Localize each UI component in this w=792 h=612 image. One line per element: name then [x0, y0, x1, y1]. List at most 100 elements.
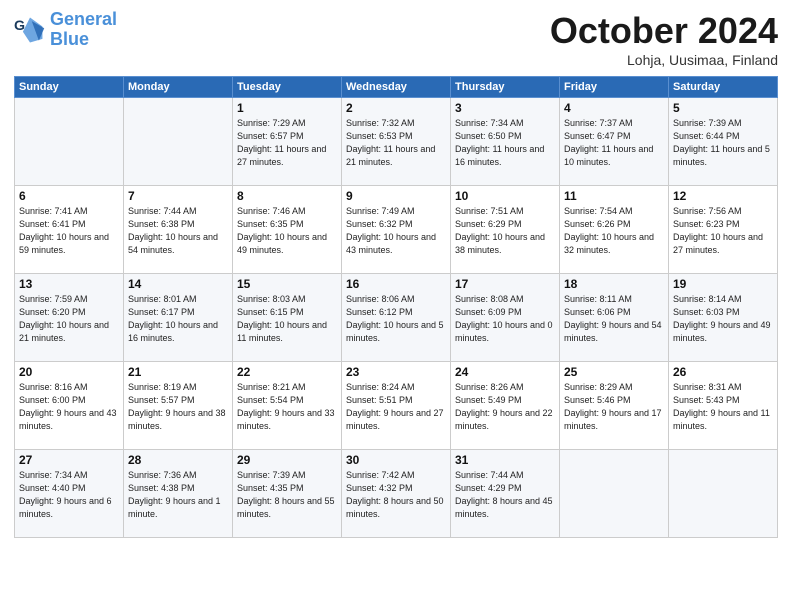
calendar-week-2: 6 Sunrise: 7:41 AMSunset: 6:41 PMDaylight…	[15, 186, 778, 274]
day-info: Sunrise: 7:54 AMSunset: 6:26 PMDaylight:…	[564, 206, 654, 255]
day-info: Sunrise: 7:42 AMSunset: 4:32 PMDaylight:…	[346, 470, 444, 519]
calendar-cell: 22 Sunrise: 8:21 AMSunset: 5:54 PMDayligh…	[233, 362, 342, 450]
calendar-cell: 30Sunrise: 7:42 AMSunset: 4:32 PMDayligh…	[342, 450, 451, 538]
day-info: Sunrise: 7:39 AMSunset: 4:35 PMDaylight:…	[237, 470, 335, 519]
day-info: Sunrise: 8:26 AMSunset: 5:49 PMDaylight:…	[455, 382, 553, 431]
calendar-cell: 23 Sunrise: 8:24 AMSunset: 5:51 PMDayligh…	[342, 362, 451, 450]
day-info: Sunrise: 8:08 AMSunset: 6:09 PMDaylight:…	[455, 294, 553, 343]
day-info: Sunrise: 8:06 AMSunset: 6:12 PMDaylight:…	[346, 294, 444, 343]
calendar-cell: 1Sunrise: 7:29 AMSunset: 6:57 PMDaylight…	[233, 98, 342, 186]
day-info: Sunrise: 7:51 AMSunset: 6:29 PMDaylight:…	[455, 206, 545, 255]
day-number: 24	[455, 365, 555, 379]
col-monday: Monday	[124, 77, 233, 98]
day-number: 17	[455, 277, 555, 291]
calendar-cell: 2Sunrise: 7:32 AMSunset: 6:53 PMDaylight…	[342, 98, 451, 186]
day-number: 14	[128, 277, 228, 291]
location-subtitle: Lohja, Uusimaa, Finland	[550, 52, 778, 68]
calendar-cell: 7 Sunrise: 7:44 AMSunset: 6:38 PMDaylight…	[124, 186, 233, 274]
day-number: 22	[237, 365, 337, 379]
day-info: Sunrise: 8:16 AMSunset: 6:00 PMDaylight:…	[19, 382, 117, 431]
calendar-cell: 31 Sunrise: 7:44 AMSunset: 4:29 PMDayligh…	[451, 450, 560, 538]
logo-icon: G	[14, 14, 46, 46]
day-info: Sunrise: 7:56 AMSunset: 6:23 PMDaylight:…	[673, 206, 763, 255]
calendar-cell: 24 Sunrise: 8:26 AMSunset: 5:49 PMDayligh…	[451, 362, 560, 450]
calendar-cell: 15Sunrise: 8:03 AMSunset: 6:15 PMDayligh…	[233, 274, 342, 362]
day-number: 4	[564, 101, 664, 115]
calendar-cell: 10 Sunrise: 7:51 AMSunset: 6:29 PMDayligh…	[451, 186, 560, 274]
day-number: 7	[128, 189, 228, 203]
logo-general: General	[50, 9, 117, 29]
calendar-cell: 16 Sunrise: 8:06 AMSunset: 6:12 PMDayligh…	[342, 274, 451, 362]
day-number: 13	[19, 277, 119, 291]
day-info: Sunrise: 8:01 AMSunset: 6:17 PMDaylight:…	[128, 294, 218, 343]
col-sunday: Sunday	[15, 77, 124, 98]
day-info: Sunrise: 7:39 AMSunset: 6:44 PMDaylight:…	[673, 118, 770, 167]
calendar-cell	[669, 450, 778, 538]
day-info: Sunrise: 8:19 AMSunset: 5:57 PMDaylight:…	[128, 382, 226, 431]
calendar-cell: 12 Sunrise: 7:56 AMSunset: 6:23 PMDayligh…	[669, 186, 778, 274]
calendar-cell: 14 Sunrise: 8:01 AMSunset: 6:17 PMDayligh…	[124, 274, 233, 362]
calendar-cell: 20Sunrise: 8:16 AMSunset: 6:00 PMDayligh…	[15, 362, 124, 450]
calendar-cell: 25Sunrise: 8:29 AMSunset: 5:46 PMDayligh…	[560, 362, 669, 450]
day-number: 27	[19, 453, 119, 467]
calendar-cell: 28Sunrise: 7:36 AMSunset: 4:38 PMDayligh…	[124, 450, 233, 538]
calendar-cell: 8Sunrise: 7:46 AMSunset: 6:35 PMDaylight…	[233, 186, 342, 274]
title-block: October 2024 Lohja, Uusimaa, Finland	[550, 10, 778, 68]
calendar-cell: 17 Sunrise: 8:08 AMSunset: 6:09 PMDayligh…	[451, 274, 560, 362]
day-number: 21	[128, 365, 228, 379]
calendar-cell: 18 Sunrise: 8:11 AMSunset: 6:06 PMDayligh…	[560, 274, 669, 362]
day-number: 9	[346, 189, 446, 203]
day-number: 10	[455, 189, 555, 203]
calendar-cell: 4 Sunrise: 7:37 AMSunset: 6:47 PMDaylight…	[560, 98, 669, 186]
day-number: 12	[673, 189, 773, 203]
col-wednesday: Wednesday	[342, 77, 451, 98]
calendar-cell: 19Sunrise: 8:14 AMSunset: 6:03 PMDayligh…	[669, 274, 778, 362]
day-number: 31	[455, 453, 555, 467]
calendar-week-3: 13Sunrise: 7:59 AMSunset: 6:20 PMDayligh…	[15, 274, 778, 362]
header-row: Sunday Monday Tuesday Wednesday Thursday…	[15, 77, 778, 98]
calendar-cell: 13Sunrise: 7:59 AMSunset: 6:20 PMDayligh…	[15, 274, 124, 362]
day-number: 23	[346, 365, 446, 379]
day-info: Sunrise: 8:21 AMSunset: 5:54 PMDaylight:…	[237, 382, 335, 431]
day-number: 11	[564, 189, 664, 203]
day-number: 28	[128, 453, 228, 467]
day-number: 3	[455, 101, 555, 115]
calendar-cell	[15, 98, 124, 186]
month-title: October 2024	[550, 10, 778, 52]
calendar-week-4: 20Sunrise: 8:16 AMSunset: 6:00 PMDayligh…	[15, 362, 778, 450]
calendar-week-1: 1Sunrise: 7:29 AMSunset: 6:57 PMDaylight…	[15, 98, 778, 186]
day-number: 16	[346, 277, 446, 291]
day-number: 6	[19, 189, 119, 203]
day-info: Sunrise: 8:29 AMSunset: 5:46 PMDaylight:…	[564, 382, 662, 431]
logo-text: General Blue	[50, 10, 117, 50]
day-number: 18	[564, 277, 664, 291]
calendar-cell: 9Sunrise: 7:49 AMSunset: 6:32 PMDaylight…	[342, 186, 451, 274]
day-number: 29	[237, 453, 337, 467]
calendar-cell	[124, 98, 233, 186]
day-info: Sunrise: 7:32 AMSunset: 6:53 PMDaylight:…	[346, 118, 435, 167]
day-info: Sunrise: 7:46 AMSunset: 6:35 PMDaylight:…	[237, 206, 327, 255]
day-info: Sunrise: 7:41 AMSunset: 6:41 PMDaylight:…	[19, 206, 109, 255]
day-info: Sunrise: 7:44 AMSunset: 6:38 PMDaylight:…	[128, 206, 218, 255]
col-tuesday: Tuesday	[233, 77, 342, 98]
calendar-cell: 5 Sunrise: 7:39 AMSunset: 6:44 PMDaylight…	[669, 98, 778, 186]
page-container: G General Blue October 2024 Lohja, Uusim…	[0, 0, 792, 612]
day-number: 19	[673, 277, 773, 291]
day-number: 1	[237, 101, 337, 115]
logo-blue: Blue	[50, 29, 89, 49]
calendar-cell: 21 Sunrise: 8:19 AMSunset: 5:57 PMDayligh…	[124, 362, 233, 450]
day-number: 5	[673, 101, 773, 115]
day-info: Sunrise: 7:44 AMSunset: 4:29 PMDaylight:…	[455, 470, 553, 519]
calendar-cell: 26Sunrise: 8:31 AMSunset: 5:43 PMDayligh…	[669, 362, 778, 450]
day-info: Sunrise: 7:34 AMSunset: 6:50 PMDaylight:…	[455, 118, 544, 167]
day-info: Sunrise: 8:11 AMSunset: 6:06 PMDaylight:…	[564, 294, 662, 343]
day-info: Sunrise: 8:24 AMSunset: 5:51 PMDaylight:…	[346, 382, 444, 431]
day-info: Sunrise: 7:34 AMSunset: 4:40 PMDaylight:…	[19, 470, 112, 519]
day-info: Sunrise: 7:37 AMSunset: 6:47 PMDaylight:…	[564, 118, 653, 167]
calendar-week-5: 27 Sunrise: 7:34 AMSunset: 4:40 PMDayligh…	[15, 450, 778, 538]
logo: G General Blue	[14, 10, 117, 50]
header: G General Blue October 2024 Lohja, Uusim…	[14, 10, 778, 68]
calendar-cell	[560, 450, 669, 538]
day-info: Sunrise: 8:03 AMSunset: 6:15 PMDaylight:…	[237, 294, 327, 343]
calendar-cell: 29 Sunrise: 7:39 AMSunset: 4:35 PMDayligh…	[233, 450, 342, 538]
